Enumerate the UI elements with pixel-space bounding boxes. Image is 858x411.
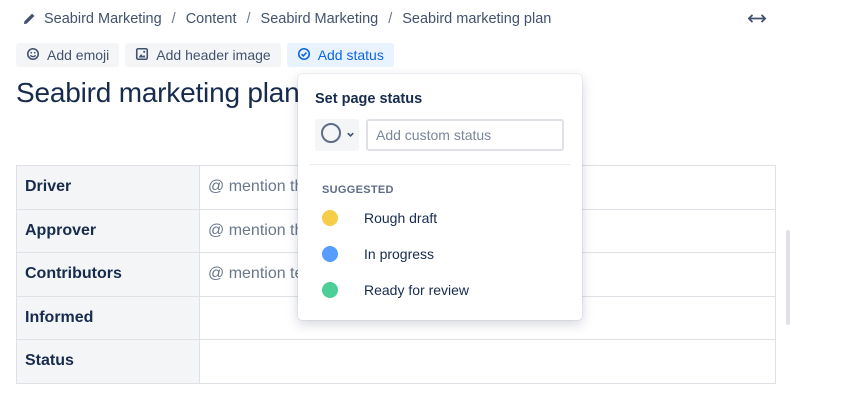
add-header-image-button[interactable]: Add header image: [125, 43, 281, 67]
breadcrumb-item-current[interactable]: Seabird marketing plan: [402, 11, 551, 27]
add-emoji-button[interactable]: Add emoji: [16, 43, 120, 67]
table-cell-label: Driver: [16, 165, 200, 210]
add-emoji-label: Add emoji: [47, 47, 110, 63]
pencil-icon: [22, 12, 36, 26]
status-popup: Set page status SUGGESTED Rough draft In…: [298, 74, 582, 320]
divider: [310, 164, 570, 165]
status-dot: [322, 282, 338, 298]
smiley-icon: [26, 47, 40, 64]
table-cell-label: Contributors: [16, 252, 200, 297]
suggested-heading: SUGGESTED: [322, 184, 394, 196]
status-option-label: Ready for review: [364, 282, 470, 298]
add-header-image-label: Add header image: [156, 47, 271, 63]
status-option-label: Rough draft: [364, 210, 438, 226]
breadcrumb-item-space[interactable]: Seabird Marketing: [44, 11, 162, 27]
chevron-down-icon: [346, 126, 355, 144]
custom-status-input[interactable]: [366, 119, 564, 151]
status-option-in-progress[interactable]: In progress: [322, 242, 562, 266]
check-circle-icon: [297, 47, 311, 64]
breadcrumb-item-content[interactable]: Content: [186, 11, 237, 27]
image-icon: [135, 47, 149, 64]
page-title[interactable]: Seabird marketing plan: [16, 77, 300, 109]
breadcrumb-separator: /: [388, 11, 393, 27]
table-cell-label: Status: [16, 339, 200, 384]
breadcrumb-separator: /: [171, 11, 176, 27]
breadcrumb: Seabird Marketing / Content / Seabird Ma…: [22, 11, 551, 27]
status-dot: [322, 210, 338, 226]
breadcrumb-item-parent[interactable]: Seabird Marketing: [261, 11, 379, 27]
expand-width-icon: [747, 11, 767, 29]
scrollbar[interactable]: [786, 230, 790, 325]
add-status-label: Add status: [317, 47, 384, 63]
expand-width-button[interactable]: [744, 10, 770, 30]
table-cell-value[interactable]: [199, 339, 776, 384]
add-status-button[interactable]: Add status: [286, 43, 394, 67]
status-dot: [322, 246, 338, 262]
page-toolbar: Add emoji Add header image Add status: [16, 43, 394, 67]
empty-circle-icon: [320, 122, 342, 149]
confluence-page: Seabird Marketing / Content / Seabird Ma…: [0, 0, 858, 411]
table-cell-label: Approver: [16, 208, 200, 253]
status-option-rough-draft[interactable]: Rough draft: [322, 206, 562, 230]
status-option-label: In progress: [364, 246, 435, 262]
popup-title: Set page status: [315, 91, 423, 107]
table-row: Status: [16, 339, 776, 384]
table-cell-label: Informed: [16, 295, 200, 340]
status-option-ready-for-review[interactable]: Ready for review: [322, 278, 562, 302]
status-color-picker[interactable]: [315, 119, 359, 151]
breadcrumb-separator: /: [246, 11, 251, 27]
